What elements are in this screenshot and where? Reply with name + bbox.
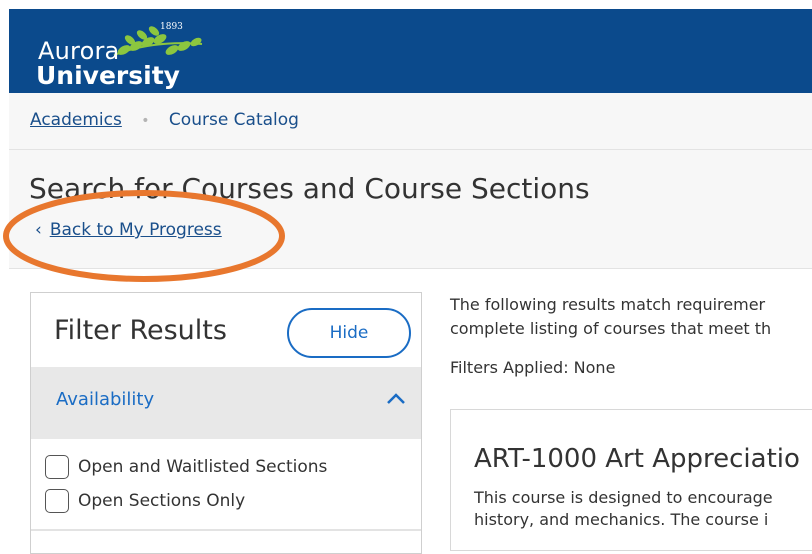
university-logo[interactable]: 1893 Aurora University [34, 18, 214, 98]
results-intro-line: complete listing of courses that meet th [450, 319, 772, 338]
results-intro: The following results match requiremer c… [450, 293, 771, 341]
course-description-line: This course is designed to encourage [474, 488, 773, 507]
breadcrumb-separator: • [141, 113, 150, 129]
course-description-line: history, and mechanics. The course i [474, 510, 769, 529]
breadcrumb: Academics • Course Catalog [30, 110, 299, 130]
logo-text-university: University [36, 61, 180, 90]
filter-panel: Filter Results Hide Availability Open an… [30, 292, 422, 554]
option-label: Open Sections Only [78, 491, 246, 511]
option-open-only[interactable]: Open Sections Only [45, 489, 245, 513]
chevron-up-icon [387, 393, 405, 404]
annotation-ellipse [3, 190, 285, 282]
course-description: This course is designed to encourage his… [474, 487, 773, 531]
course-card[interactable]: ART-1000 Art Appreciatio This course is … [450, 409, 812, 551]
option-open-waitlisted[interactable]: Open and Waitlisted Sections [45, 455, 327, 479]
frame-edge [0, 0, 812, 9]
breadcrumb-academics-link[interactable]: Academics [30, 110, 122, 130]
filters-applied-text: Filters Applied: None [450, 358, 616, 377]
breadcrumb-bar: Academics • Course Catalog [9, 93, 812, 150]
checkbox-open-only[interactable] [45, 489, 69, 513]
breadcrumb-course-catalog: Course Catalog [168, 110, 299, 130]
checkbox-open-waitlisted[interactable] [45, 455, 69, 479]
course-title[interactable]: ART-1000 Art Appreciatio [474, 444, 800, 474]
hide-filters-button[interactable]: Hide [287, 308, 411, 358]
divider [31, 529, 421, 531]
site-header: 1893 Aurora University [9, 9, 812, 93]
availability-label: Availability [56, 389, 155, 410]
availability-section-header[interactable]: Availability [31, 367, 421, 439]
results-intro-line: The following results match requiremer [450, 295, 766, 314]
option-label: Open and Waitlisted Sections [78, 457, 328, 477]
filter-title: Filter Results [54, 315, 227, 346]
